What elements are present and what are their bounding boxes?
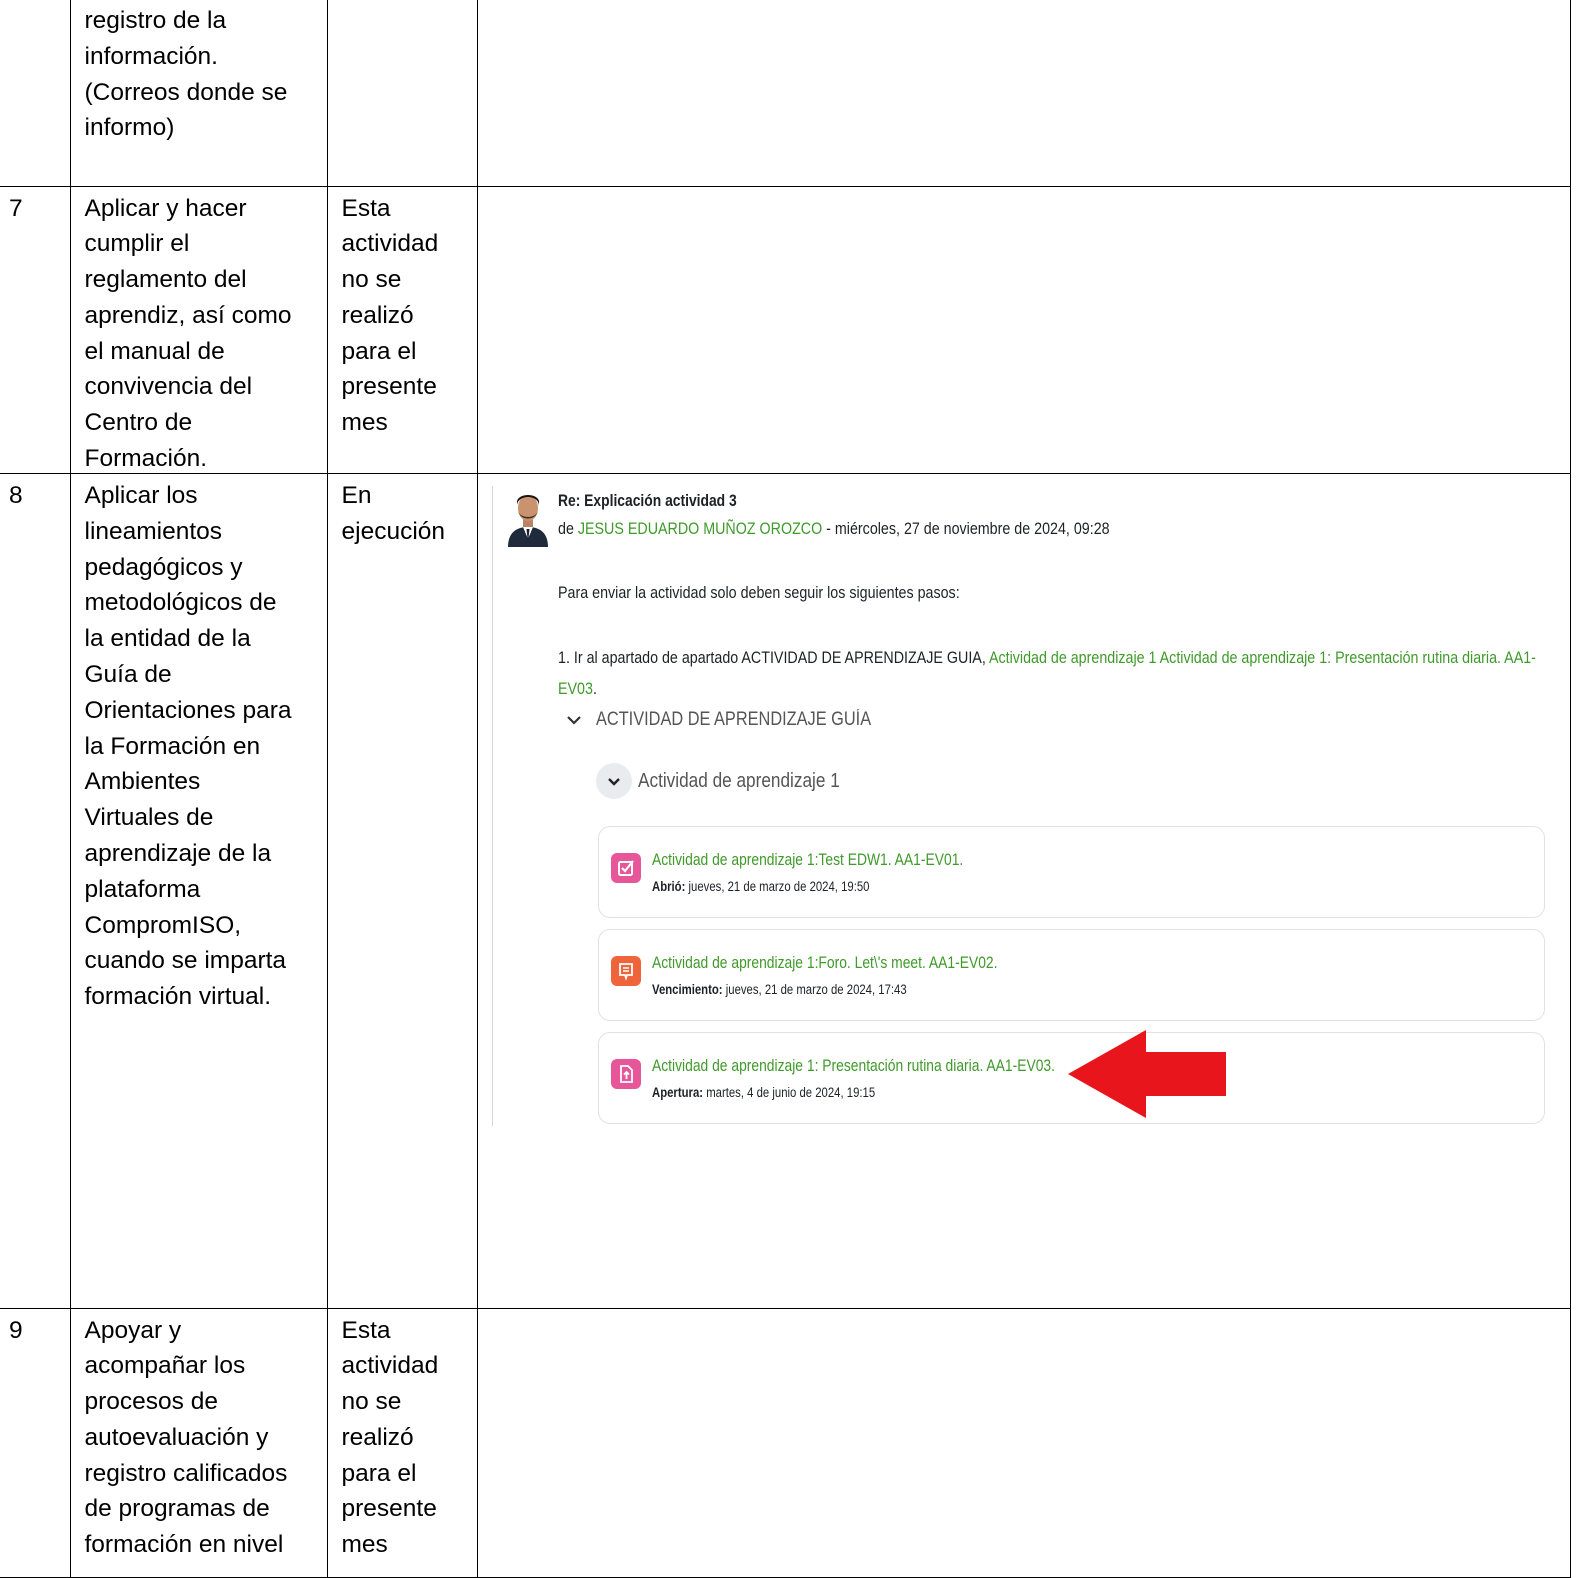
activity-title[interactable]: Actividad de aprendizaje 1: Presentación…: [652, 1057, 1055, 1076]
row-number: 8: [9, 482, 23, 509]
activity-description: Aplicar y hacer cumplir el reglamento de…: [84, 194, 292, 473]
status-cell: Esta actividad no se realizó para el pre…: [326, 1307, 479, 1578]
date-value: jueves, 21 de marzo de 2024, 17:43: [722, 982, 907, 997]
date-value: jueves, 21 de marzo de 2024, 19:50: [685, 879, 870, 894]
activity-status: Esta actividad no se realizó para el pre…: [341, 1316, 439, 1559]
activity-description: registro de la información. (Correos don…: [84, 7, 288, 142]
quiz-icon: [611, 853, 641, 883]
activity-status: Esta actividad no se realizó para el pre…: [341, 194, 439, 437]
row-number: 7: [9, 194, 23, 222]
collapse-button[interactable]: [596, 763, 632, 799]
row-number-cell: 8: [0, 473, 71, 1309]
evidence-cell: [476, 1307, 1571, 1578]
instruction-text: 1. Ir al apartado de apartado ACTIVIDAD …: [558, 648, 989, 667]
activity-cell: Apoyar y acompañar los procesos de autoe…: [69, 1307, 329, 1578]
activity-status: En ejecución: [341, 482, 446, 545]
date-value: martes, 4 de junio de 2024, 19:15: [703, 1085, 876, 1100]
evidence-cell: [476, 0, 1571, 187]
instruction-end: .: [592, 679, 597, 698]
status-cell: Esta actividad no se realizó para el pre…: [326, 185, 479, 475]
author-link[interactable]: JESUS EDUARDO MUÑOZ OROZCO: [578, 519, 822, 538]
activity-cell: Aplicar y hacer cumplir el reglamento de…: [69, 185, 329, 475]
evidence-screenshot: Re: Explicación actividad 3 de JESUS EDU…: [492, 486, 1570, 1126]
red-arrow-annotation: [1068, 1030, 1226, 1118]
post-subject: Re: Explicación actividad 3: [558, 492, 737, 510]
activity-description: Aplicar los lineamientos pedagógicos y m…: [84, 482, 292, 1011]
subsection-toggle[interactable]: Actividad de aprendizaje 1: [596, 762, 873, 800]
date-label: Vencimiento:: [652, 982, 723, 997]
subsection-title: Actividad de aprendizaje 1: [638, 769, 840, 792]
chevron-down-icon: [567, 716, 581, 725]
activity-cell: Aplicar los lineamientos pedagógicos y m…: [69, 473, 329, 1309]
activity-cell: registro de la información. (Correos don…: [69, 0, 329, 187]
activity-date: Apertura: martes, 4 de junio de 2024, 19…: [652, 1085, 875, 1100]
forum-icon: [611, 956, 641, 986]
row-number-cell: [0, 0, 71, 187]
row-number-cell: 7: [0, 185, 71, 475]
post-paragraph: Para enviar la actividad solo deben segu…: [558, 583, 960, 602]
row-number: 9: [9, 1316, 23, 1344]
activity-title[interactable]: Actividad de aprendizaje 1:Test EDW1. AA…: [652, 851, 963, 870]
post-date: - miércoles, 27 de noviembre de 2024, 09…: [822, 519, 1110, 538]
evidence-cell: [476, 185, 1571, 475]
section-toggle[interactable]: ACTIVIDAD DE APRENDIZAJE GUÍA: [566, 708, 916, 732]
status-cell: En ejecución: [326, 473, 479, 1309]
activity-card[interactable]: Actividad de aprendizaje 1:Test EDW1. AA…: [598, 826, 1545, 918]
assignment-icon: [611, 1059, 641, 1089]
activity-title[interactable]: Actividad de aprendizaje 1:Foro. Let\'s …: [652, 954, 998, 973]
post-meta: de JESUS EDUARDO MUÑOZ OROZCO - miércole…: [558, 519, 1110, 539]
section-title: ACTIVIDAD DE APRENDIZAJE GUÍA: [596, 709, 872, 730]
meta-prefix: de: [558, 519, 578, 538]
activity-date: Vencimiento: jueves, 21 de marzo de 2024…: [652, 982, 907, 997]
activity-card[interactable]: Actividad de aprendizaje 1:Foro. Let\'s …: [598, 929, 1545, 1021]
activity-description: Apoyar y acompañar los procesos de autoe…: [84, 1316, 288, 1559]
date-label: Abrió:: [652, 879, 686, 894]
chevron-down-icon: [608, 778, 620, 786]
status-cell: [326, 0, 479, 187]
date-label: Apertura:: [652, 1085, 704, 1100]
row-number-cell: 9: [0, 1307, 71, 1578]
post-instructions: 1. Ir al apartado de apartado ACTIVIDAD …: [558, 642, 1549, 704]
screenshot-divider: [492, 486, 493, 1126]
activity-date: Abrió: jueves, 21 de marzo de 2024, 19:5…: [652, 879, 869, 894]
author-avatar: [508, 495, 548, 547]
